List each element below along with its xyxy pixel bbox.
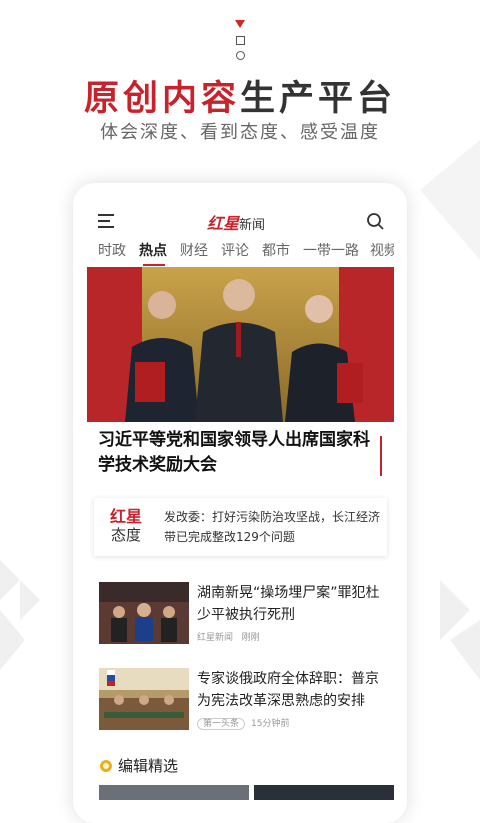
news-time: 15分钟前 (251, 719, 290, 729)
logo-sub: 新闻 (239, 218, 266, 233)
promo-subhead: 体会深度、看到态度、感受温度 (100, 122, 380, 143)
news-meta: 红星新闻 刚刚 (197, 630, 260, 643)
logo-main: 红星 (207, 214, 240, 233)
headline-part1: 原创内容 (83, 79, 240, 119)
indicator-circle (235, 51, 245, 60)
news-title: 专家谈俄政府全体辞职：普京为宪法改革深思熟虑的安排 (197, 671, 379, 709)
news-thumbnail (99, 668, 189, 730)
menu-icon[interactable] (98, 214, 114, 232)
lead-story-photo[interactable] (87, 267, 394, 422)
editor-picks-header: 编辑精选 (99, 755, 178, 776)
tab-dushi[interactable]: 都市 (262, 240, 290, 260)
news-meta: 第一头条 15分钟前 (197, 716, 290, 730)
tab-shipin[interactable]: 视频 (370, 240, 394, 260)
indicator-square (235, 36, 245, 45)
tab-yidaiyilu[interactable]: 一带一路 (303, 240, 359, 260)
tab-caijing[interactable]: 财经 (180, 240, 208, 260)
attitude-card[interactable]: 红星 态度 发改委：打好污染防治攻坚战，长江经济带已完成整改129个问题 (94, 498, 387, 556)
tab-shizheng[interactable]: 时政 (98, 240, 126, 260)
search-icon[interactable] (366, 212, 384, 230)
news-source: 红星新闻 (197, 633, 234, 643)
page-indicator (233, 20, 247, 60)
attitude-badge-bottom: 态度 (110, 526, 141, 544)
attitude-badge-top: 红星 (109, 507, 142, 526)
news-source: 第一头条 (197, 718, 246, 730)
tab-redian[interactable]: 热点 (139, 240, 167, 260)
attitude-badge: 红星 态度 (106, 507, 146, 545)
promo-headline: 原创内容生产平台 (0, 70, 480, 121)
attitude-text: 发改委：打好污染防治攻坚战，长江经济带已完成整改129个问题 (164, 510, 381, 544)
news-item[interactable]: 湖南新晃“操场埋尸案”罪犯杜少平被执行死刑 红星新闻 刚刚 (87, 582, 394, 662)
news-time: 刚刚 (241, 633, 260, 643)
indicator-active-marker (235, 20, 245, 28)
active-tab-underline (143, 264, 165, 266)
carousel-dots (217, 412, 269, 415)
lead-story-title[interactable]: 习近平等党和国家领导人出席国家科学技术奖励大会 (98, 428, 378, 478)
headline-part2: 生产平台 (240, 79, 397, 119)
editor-picks-thumbnails[interactable] (99, 785, 394, 800)
app-logo: 红星新闻 (207, 210, 265, 234)
category-tabs: 时政 热点 财经 评论 都市 一带一路 视频 (87, 240, 394, 266)
news-title: 湖南新晃“操场埋尸案”罪犯杜少平被执行死刑 (197, 585, 380, 623)
tab-pinglun[interactable]: 评论 (221, 240, 249, 260)
section-title: 编辑精选 (118, 757, 179, 775)
lead-story-accent-bar (380, 436, 382, 476)
app-top-bar: 红星新闻 (87, 200, 394, 240)
sun-badge-icon (100, 760, 112, 772)
news-thumbnail (99, 582, 189, 644)
app-screen: 红星新闻 时政 热点 财经 评论 都市 一带一路 视频 习近平等党和国家领导人出… (87, 200, 394, 800)
news-item[interactable]: 专家谈俄政府全体辞职：普京为宪法改革深思熟虑的安排 第一头条 15分钟前 (87, 668, 394, 748)
lead-photo-illustration (87, 267, 394, 422)
